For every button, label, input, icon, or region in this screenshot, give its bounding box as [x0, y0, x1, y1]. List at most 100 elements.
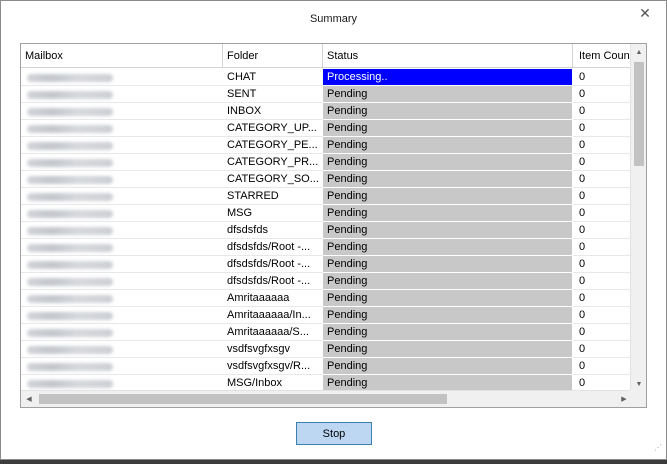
redacted-mailbox-blur	[27, 125, 113, 133]
folder-cell: CATEGORY_UP...	[223, 120, 323, 137]
mailbox-cell-redacted	[21, 256, 223, 273]
mailbox-cell-redacted	[21, 358, 223, 375]
folder-cell: CHAT	[223, 69, 323, 86]
column-header-mailbox[interactable]: Mailbox	[21, 44, 223, 68]
table-row[interactable]: Amritaaaaaa/In... Pending 0	[21, 307, 632, 324]
mailbox-cell-redacted	[21, 154, 223, 171]
status-cell: Pending	[323, 103, 573, 120]
table-row[interactable]: INBOX Pending 0	[21, 103, 632, 120]
mailbox-cell-redacted	[21, 290, 223, 307]
status-cell: Pending	[323, 307, 573, 324]
redacted-mailbox-blur	[27, 329, 113, 337]
mailbox-cell-redacted	[21, 188, 223, 205]
folder-cell: Amritaaaaaa/In...	[223, 307, 323, 324]
status-cell: Pending	[323, 290, 573, 307]
stop-button[interactable]: Stop	[296, 422, 372, 445]
dialog-title: Summary	[309, 13, 358, 25]
table-row[interactable]: CATEGORY_PE... Pending 0	[21, 137, 632, 154]
redacted-mailbox-blur	[27, 312, 113, 320]
status-cell: Pending	[323, 273, 573, 290]
redacted-mailbox-blur	[27, 74, 113, 82]
table-row[interactable]: CHAT Processing.. 0	[21, 69, 632, 86]
folder-cell: vsdfsvgfxsgv	[223, 341, 323, 358]
mailbox-cell-redacted	[21, 137, 223, 154]
folder-cell: vsdfsvgfxsgv/R...	[223, 358, 323, 375]
vertical-scrollbar[interactable]: ▲ ▼	[630, 44, 646, 392]
item-count-cell: 0	[573, 120, 632, 137]
scroll-left-arrow-icon[interactable]: ◀	[21, 391, 37, 407]
table-header: Mailbox Folder Status Item Count	[21, 44, 632, 68]
mailbox-cell-redacted	[21, 69, 223, 86]
mailbox-cell-redacted	[21, 171, 223, 188]
horizontal-scroll-thumb[interactable]	[39, 394, 447, 404]
item-count-cell: 0	[573, 103, 632, 120]
status-cell: Pending	[323, 86, 573, 103]
mailbox-cell-redacted	[21, 273, 223, 290]
item-count-cell: 0	[573, 86, 632, 103]
mailbox-cell-redacted	[21, 120, 223, 137]
item-count-cell: 0	[573, 239, 632, 256]
summary-table: Mailbox Folder Status Item Count CHAT Pro…	[20, 43, 647, 408]
table-row[interactable]: dfsdsfds/Root -... Pending 0	[21, 256, 632, 273]
table-row[interactable]: STARRED Pending 0	[21, 188, 632, 205]
redacted-mailbox-blur	[27, 261, 113, 269]
table-row[interactable]: CATEGORY_SO... Pending 0	[21, 171, 632, 188]
status-cell: Pending	[323, 120, 573, 137]
status-cell: Pending	[323, 324, 573, 341]
table-row[interactable]: dfsdsfds Pending 0	[21, 222, 632, 239]
horizontal-scrollbar[interactable]: ◀ ▶	[21, 390, 632, 407]
summary-dialog: Summary ✕ Mailbox Folder Status Item Cou…	[0, 0, 667, 460]
column-header-status[interactable]: Status	[323, 44, 573, 68]
status-cell: Pending	[323, 137, 573, 154]
folder-cell: dfsdsfds	[223, 222, 323, 239]
item-count-cell: 0	[573, 324, 632, 341]
redacted-mailbox-blur	[27, 363, 113, 371]
folder-cell: MSG	[223, 205, 323, 222]
status-cell: Pending	[323, 222, 573, 239]
table-row[interactable]: Amritaaaaaa Pending 0	[21, 290, 632, 307]
table-row[interactable]: SENT Pending 0	[21, 86, 632, 103]
item-count-cell: 0	[573, 341, 632, 358]
table-row[interactable]: vsdfsvgfxsgv Pending 0	[21, 341, 632, 358]
redacted-mailbox-blur	[27, 91, 113, 99]
redacted-mailbox-blur	[27, 193, 113, 201]
status-cell: Processing..	[323, 69, 573, 86]
table-row[interactable]: Amritaaaaaa/S... Pending 0	[21, 324, 632, 341]
mailbox-cell-redacted	[21, 222, 223, 239]
table-row[interactable]: dfsdsfds/Root -... Pending 0	[21, 239, 632, 256]
status-cell: Pending	[323, 358, 573, 375]
redacted-mailbox-blur	[27, 346, 113, 354]
status-cell: Pending	[323, 188, 573, 205]
table-row[interactable]: CATEGORY_PR... Pending 0	[21, 154, 632, 171]
table-row[interactable]: CATEGORY_UP... Pending 0	[21, 120, 632, 137]
table-row[interactable]: MSG Pending 0	[21, 205, 632, 222]
folder-cell: CATEGORY_PE...	[223, 137, 323, 154]
redacted-mailbox-blur	[27, 380, 113, 388]
folder-cell: CATEGORY_PR...	[223, 154, 323, 171]
item-count-cell: 0	[573, 205, 632, 222]
status-cell: Pending	[323, 256, 573, 273]
background-strip	[0, 460, 667, 464]
item-count-cell: 0	[573, 290, 632, 307]
mailbox-cell-redacted	[21, 86, 223, 103]
status-cell: Pending	[323, 239, 573, 256]
table-row[interactable]: dfsdsfds/Root -... Pending 0	[21, 273, 632, 290]
redacted-mailbox-blur	[27, 142, 113, 150]
folder-cell: Amritaaaaaa	[223, 290, 323, 307]
redacted-mailbox-blur	[27, 159, 113, 167]
scroll-up-arrow-icon[interactable]: ▲	[631, 44, 646, 60]
vertical-scroll-thumb[interactable]	[634, 62, 644, 166]
redacted-mailbox-blur	[27, 210, 113, 218]
resize-grip-icon[interactable]: ⋰	[652, 443, 662, 453]
status-cell: Pending	[323, 341, 573, 358]
mailbox-cell-redacted	[21, 103, 223, 120]
item-count-cell: 0	[573, 154, 632, 171]
redacted-mailbox-blur	[27, 295, 113, 303]
column-header-folder[interactable]: Folder	[223, 44, 323, 68]
mailbox-cell-redacted	[21, 307, 223, 324]
folder-cell: SENT	[223, 86, 323, 103]
table-row[interactable]: vsdfsvgfxsgv/R... Pending 0	[21, 358, 632, 375]
folder-cell: dfsdsfds/Root -...	[223, 256, 323, 273]
close-icon[interactable]: ✕	[634, 3, 656, 23]
column-header-item-count[interactable]: Item Count	[573, 44, 632, 68]
